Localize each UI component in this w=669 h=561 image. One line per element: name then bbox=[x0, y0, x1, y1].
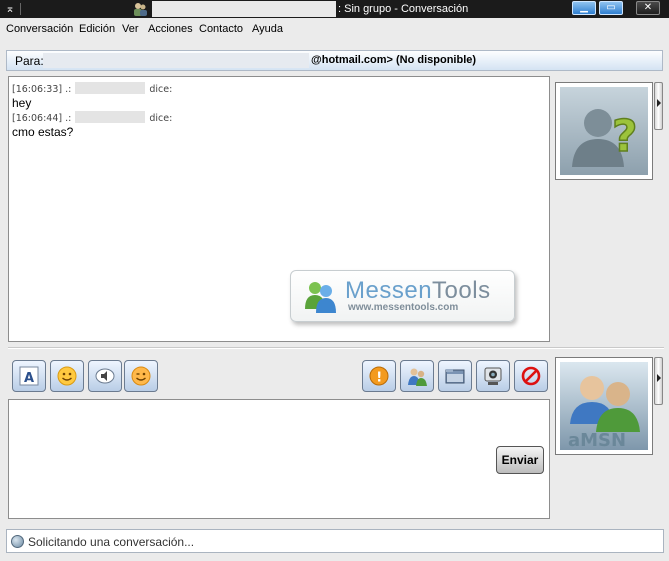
redacted-contact-name bbox=[152, 1, 336, 17]
block-icon bbox=[521, 366, 541, 386]
folder-icon bbox=[445, 369, 465, 384]
title-separator bbox=[20, 3, 21, 15]
wink-button[interactable] bbox=[124, 360, 158, 392]
contact-avatar[interactable]: ? bbox=[555, 82, 653, 180]
speaker-icon bbox=[95, 368, 115, 384]
title-bar: ⌅ : Sin grupo - Conversación ▁ ▭ ✕ bbox=[0, 0, 669, 18]
message-time: [16:06:33] .: bbox=[12, 84, 72, 95]
alert-icon: ! bbox=[369, 366, 389, 386]
nudge-button[interactable]: ! bbox=[362, 360, 396, 392]
menu-edicion[interactable]: Edición bbox=[79, 23, 115, 35]
webcam-icon bbox=[484, 367, 502, 385]
watermark-brand: MessenTools bbox=[345, 277, 491, 304]
window-title: : Sin grupo - Conversación bbox=[338, 3, 469, 15]
block-button[interactable] bbox=[514, 360, 548, 392]
message-header: [16:06:33] .: dice: bbox=[12, 82, 172, 95]
svg-text:A: A bbox=[24, 371, 34, 386]
message-time: [16:06:44] .: bbox=[12, 113, 72, 124]
recipient-value: @hotmail.com> (No disponible) bbox=[311, 54, 477, 66]
menu-ayuda[interactable]: Ayuda bbox=[252, 23, 283, 35]
message-text: hey bbox=[12, 96, 32, 110]
menu-bar: Conversación Edición Ver Acciones Contac… bbox=[0, 18, 669, 42]
message-says: dice: bbox=[149, 84, 173, 95]
redacted-recipient bbox=[43, 53, 309, 68]
menu-conversacion[interactable]: Conversación bbox=[6, 23, 73, 35]
menu-contacto[interactable]: Contacto bbox=[199, 23, 243, 35]
messenger-buddies-icon bbox=[305, 282, 336, 313]
menu-ver[interactable]: Ver bbox=[122, 23, 139, 35]
voice-button[interactable] bbox=[88, 360, 122, 392]
font-letter-icon: A bbox=[19, 366, 39, 386]
avatar-panel-toggle[interactable] bbox=[654, 357, 663, 405]
send-button[interactable]: Enviar bbox=[496, 446, 544, 474]
svg-text:?: ? bbox=[612, 111, 638, 162]
self-avatar[interactable]: aMSN bbox=[555, 357, 653, 455]
message-header: [16:06:44] .: dice: bbox=[12, 111, 172, 124]
redacted-sender bbox=[75, 82, 146, 94]
redacted-sender bbox=[75, 111, 146, 123]
amsn-logo: aMSN bbox=[560, 362, 648, 450]
status-globe-icon bbox=[11, 535, 24, 548]
message-text: cmo estas? bbox=[12, 125, 74, 139]
wink-icon bbox=[131, 366, 151, 386]
send-file-button[interactable] bbox=[438, 360, 472, 392]
watermark-url: www.messentools.com bbox=[348, 302, 459, 313]
smiley-icon bbox=[57, 366, 77, 386]
close-button[interactable]: ✕ bbox=[636, 1, 660, 15]
svg-text:aMSN: aMSN bbox=[568, 430, 626, 450]
minimize-button[interactable]: ▁ bbox=[572, 1, 596, 15]
status-text: Solicitando una conversación... bbox=[28, 535, 195, 549]
window-menu-icon[interactable]: ⌅ bbox=[0, 0, 20, 18]
avatar-panel-toggle[interactable] bbox=[654, 82, 663, 130]
unknown-user-question-icon: ? bbox=[560, 87, 648, 175]
invite-button[interactable] bbox=[400, 360, 434, 392]
conversation-log[interactable]: [16:06:33] .: dice: hey [16:06:44] .: dice… bbox=[8, 76, 550, 342]
status-bar: Solicitando una conversación... bbox=[6, 529, 664, 553]
maximize-button[interactable]: ▭ bbox=[599, 1, 623, 15]
smileys-button[interactable] bbox=[50, 360, 84, 392]
recipient-bar: Para: @hotmail.com> (No disponible) bbox=[6, 50, 663, 71]
webcam-button[interactable] bbox=[476, 360, 510, 392]
users-icon bbox=[408, 368, 427, 386]
menu-acciones[interactable]: Acciones bbox=[148, 23, 193, 35]
svg-text:!: ! bbox=[376, 371, 382, 386]
message-says: dice: bbox=[149, 113, 173, 124]
message-input[interactable] bbox=[8, 399, 550, 519]
font-button[interactable]: A bbox=[12, 360, 46, 392]
user-icon bbox=[134, 3, 147, 16]
recipient-label: Para: bbox=[15, 54, 44, 68]
pane-divider[interactable] bbox=[8, 347, 664, 349]
messentools-watermark: MessenTools www.messentools.com bbox=[290, 270, 515, 322]
